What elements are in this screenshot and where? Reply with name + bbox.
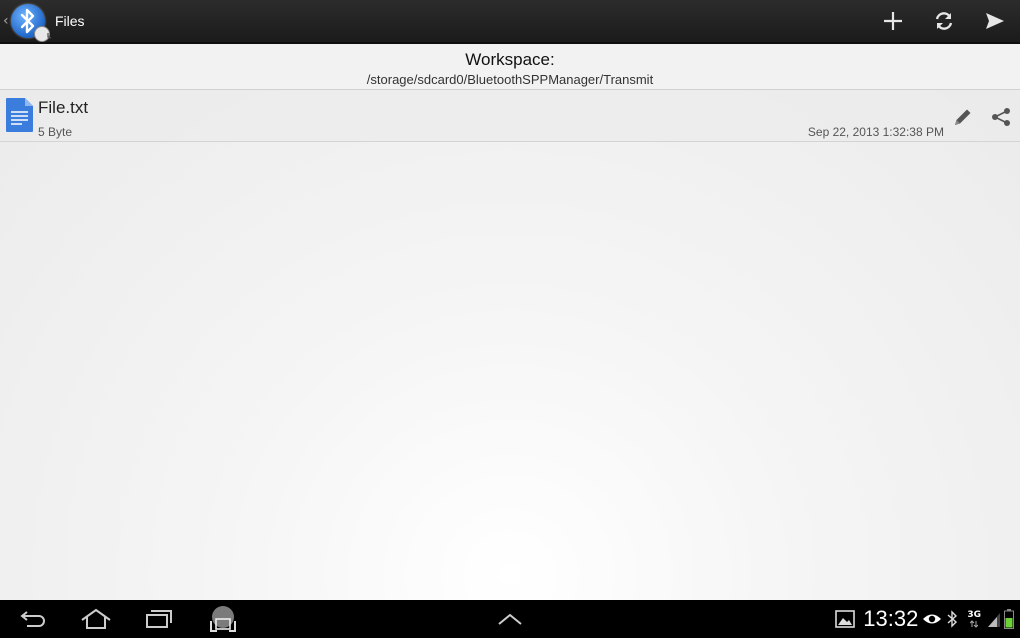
document-icon — [5, 97, 34, 137]
add-icon — [883, 12, 902, 30]
share-icon — [992, 108, 1010, 126]
workspace-header: Workspace: /storage/sdcard0/BluetoothSPP… — [0, 46, 1020, 90]
network-type: 3G — [967, 609, 981, 620]
file-date: Sep 22, 2013 1:32:38 PM — [807, 125, 944, 139]
back-icon — [20, 611, 45, 627]
network-indicator: 3G — [964, 609, 984, 628]
recent-apps-icon — [146, 610, 172, 628]
file-list: File.txt 5 Byte Sep 22, 2013 1:32:38 PM — [0, 90, 1020, 600]
file-size: 5 Byte — [38, 125, 73, 139]
workspace-path: /storage/sdcard0/BluetoothSPPManager/Tra… — [366, 72, 654, 87]
screenshot-button[interactable] — [198, 600, 248, 638]
share-button[interactable] — [988, 104, 1014, 130]
signal-icon — [988, 613, 1000, 627]
system-bar: 13:32 3G — [0, 600, 1020, 638]
app-title: Files — [55, 13, 85, 29]
gallery-notification-icon — [835, 610, 856, 628]
app-bluetooth-icon[interactable] — [11, 4, 52, 42]
workspace-label: Workspace: — [465, 50, 555, 69]
app-tray-button[interactable] — [485, 600, 535, 638]
send-icon — [985, 13, 1004, 29]
eye-icon — [923, 614, 942, 624]
status-area[interactable]: 13:32 3G — [835, 600, 1014, 638]
recent-apps-button[interactable] — [134, 600, 184, 638]
data-arrows-icon — [970, 619, 979, 628]
list-item[interactable]: File.txt 5 Byte Sep 22, 2013 1:32:38 PM — [0, 90, 1020, 142]
action-bar: ‹ Files — [0, 0, 1020, 44]
bluetooth-icon — [947, 610, 958, 628]
status-clock: 13:32 — [863, 606, 919, 631]
file-name: File.txt — [38, 98, 89, 117]
refresh-icon — [935, 12, 952, 30]
home-button[interactable] — [71, 600, 121, 638]
clock-badge-icon — [34, 26, 52, 42]
refresh-button[interactable] — [918, 0, 969, 43]
home-icon — [81, 608, 111, 629]
up-caret-icon[interactable]: ‹ — [3, 13, 9, 29]
chevron-up-icon — [498, 613, 522, 625]
back-button[interactable] — [8, 600, 58, 638]
add-button[interactable] — [867, 0, 918, 43]
battery-icon — [1004, 609, 1014, 629]
screenshot-icon — [210, 606, 236, 632]
pencil-icon — [955, 109, 971, 125]
edit-button[interactable] — [950, 104, 976, 130]
send-button[interactable] — [969, 0, 1020, 43]
